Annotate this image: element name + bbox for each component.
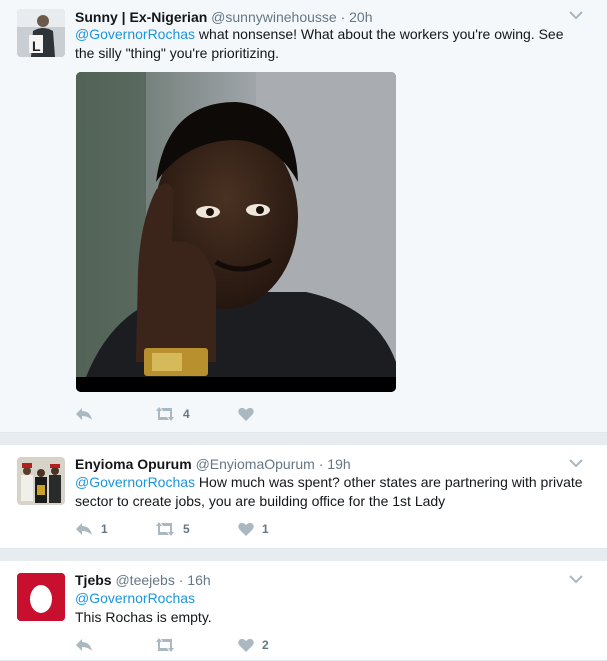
- like-count: 1: [262, 522, 269, 536]
- reply-icon: [76, 523, 92, 535]
- retweet-button[interactable]: 5: [155, 519, 190, 539]
- reply-icon: [76, 639, 92, 651]
- svg-text:L: L: [32, 38, 41, 54]
- reply-button[interactable]: [75, 404, 101, 424]
- tweet-text: @GovernorRochas How much was spent? othe…: [75, 473, 585, 511]
- tweet-divider: [0, 433, 607, 445]
- user-handle[interactable]: @sunnywinehousse: [211, 9, 337, 25]
- avatar[interactable]: L: [17, 9, 65, 57]
- display-name[interactable]: Sunny | Ex-Nigerian: [75, 9, 207, 25]
- reply-button[interactable]: 1: [75, 519, 108, 539]
- retweet-icon: [156, 638, 174, 652]
- retweet-icon: [156, 407, 174, 421]
- reply-icon: [76, 408, 92, 420]
- separator-dot: ·: [340, 9, 346, 25]
- like-count: 2: [262, 638, 269, 652]
- user-handle[interactable]: @EnyiomaOpurum: [196, 456, 315, 472]
- like-button[interactable]: 2: [238, 635, 269, 655]
- mention-link[interactable]: @GovernorRochas: [75, 589, 575, 608]
- egg-icon: [17, 573, 65, 621]
- separator-dot: ·: [178, 572, 184, 588]
- reply-button[interactable]: [75, 635, 101, 655]
- chevron-down-icon[interactable]: [569, 458, 583, 468]
- display-name[interactable]: Tjebs: [75, 572, 112, 588]
- tweet[interactable]: L Sunny | Ex-Nigerian @sunnywinehousse ·…: [0, 0, 607, 433]
- timestamp[interactable]: 16h: [187, 572, 210, 588]
- chevron-down-icon[interactable]: [569, 10, 583, 20]
- tweet-divider: [0, 549, 607, 561]
- tweet-body: This Rochas is empty.: [75, 609, 212, 625]
- like-button[interactable]: 1: [238, 519, 269, 539]
- tweet-text: @GovernorRochas This Rochas is empty.: [75, 589, 575, 627]
- heart-icon: [238, 638, 254, 652]
- chevron-down-icon[interactable]: [569, 574, 583, 584]
- separator-dot: ·: [318, 456, 324, 472]
- tweet-photo[interactable]: [76, 72, 396, 392]
- tweet[interactable]: Enyioma Opurum @EnyiomaOpurum · 19h @Gov…: [0, 445, 607, 549]
- heart-icon: [238, 407, 254, 421]
- retweet-count: 4: [183, 407, 190, 421]
- retweet-button[interactable]: 4: [155, 404, 190, 424]
- mention-link[interactable]: @GovernorRochas: [75, 26, 195, 42]
- tweet[interactable]: Tjebs @teejebs · 16h @GovernorRochas Thi…: [0, 561, 607, 661]
- retweet-button[interactable]: [155, 635, 183, 655]
- timestamp[interactable]: 19h: [327, 456, 350, 472]
- timestamp[interactable]: 20h: [349, 9, 372, 25]
- retweet-count: 5: [183, 522, 190, 536]
- heart-icon: [238, 522, 254, 536]
- avatar[interactable]: [17, 573, 65, 621]
- reply-count: 1: [101, 522, 108, 536]
- like-button[interactable]: [238, 404, 262, 424]
- mention-link[interactable]: @GovernorRochas: [75, 474, 195, 490]
- display-name[interactable]: Enyioma Opurum: [75, 456, 192, 472]
- avatar[interactable]: [17, 457, 65, 505]
- retweet-icon: [156, 522, 174, 536]
- tweet-text: @GovernorRochas what nonsense! What abou…: [75, 25, 575, 63]
- user-handle[interactable]: @teejebs: [115, 572, 174, 588]
